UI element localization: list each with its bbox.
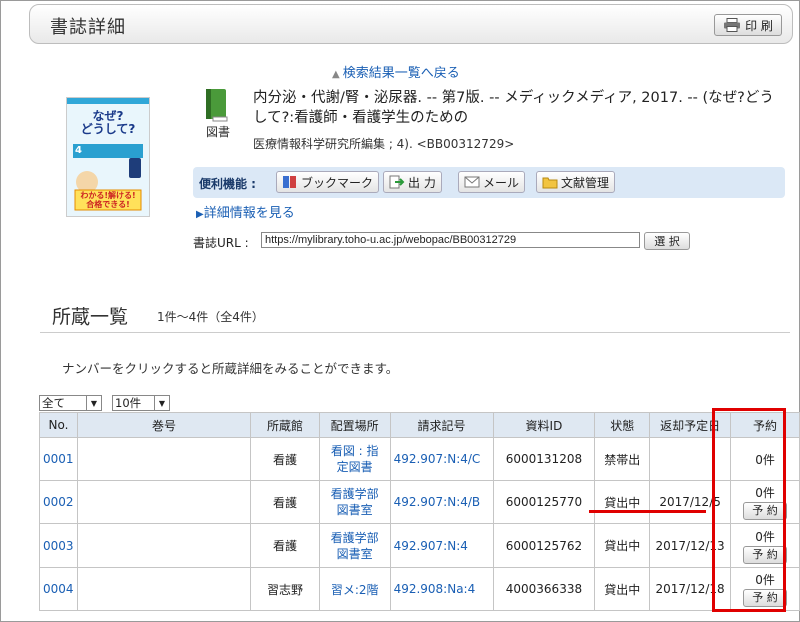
call-number-link[interactable]: 492.907:N:4/C xyxy=(389,437,494,481)
table-row: 0002 看護 看護学部 図書室 492.907:N:4/B 6000125770… xyxy=(39,480,800,524)
library-cell: 看護 xyxy=(250,523,320,568)
status-cell: 貸出中 xyxy=(594,480,651,524)
location-link[interactable]: 看護学部 図書室 xyxy=(318,480,391,524)
table-header-row: No. 巻号 所蔵館 配置場所 請求記号 資料ID 状態 返却予定日 予約 xyxy=(39,412,800,438)
call-number-link[interactable]: 492.907:N:4/B xyxy=(389,480,494,524)
holding-number-link[interactable]: 0004 xyxy=(39,567,78,611)
book-type-icon xyxy=(206,89,228,122)
reservation-highlight-box xyxy=(712,408,786,612)
page-header: 書誌詳細 印 刷 xyxy=(29,4,793,44)
volume-cell xyxy=(76,437,252,481)
table-row: 0004 習志野 習メ:2階 492.908:Na:4 4000366338 貸… xyxy=(39,567,800,611)
printer-icon xyxy=(724,18,741,32)
select-url-button[interactable]: 選 択 xyxy=(644,232,690,250)
item-id-cell: 4000366338 xyxy=(492,567,596,611)
holdings-title: 所蔵一覧 xyxy=(52,306,129,328)
location-link[interactable]: 看図 : 指定図書 xyxy=(318,437,391,481)
mail-icon xyxy=(464,176,480,188)
chevron-down-icon: ▼ xyxy=(86,396,101,410)
document-management-button[interactable]: 文献管理 xyxy=(536,171,616,193)
cover-tagline: わかる!解ける! xyxy=(80,191,136,200)
col-library: 所蔵館 xyxy=(250,412,320,438)
cover-text-2: どうして? xyxy=(80,122,136,136)
per-page-select[interactable]: 10件 ▼ xyxy=(112,395,170,411)
volume-cell xyxy=(76,567,252,611)
function-bar-label: 便利機能 : xyxy=(199,177,256,191)
location-link[interactable]: 看護学部 図書室 xyxy=(318,523,391,568)
location-link[interactable]: 習メ:2階 xyxy=(318,567,391,611)
triangle-right-icon: ▶ xyxy=(196,209,204,220)
col-no: No. xyxy=(39,412,78,438)
output-button[interactable]: 出 力 xyxy=(383,171,442,193)
bookmark-icon xyxy=(283,176,296,188)
bibliographic-title: 内分泌・代謝/腎・泌尿器. -- 第7版. -- メディックメディア, 2017… xyxy=(253,90,774,126)
volume-cell xyxy=(76,480,252,524)
back-to-results-link[interactable]: ▲ 検索結果一覧へ戻る xyxy=(332,62,460,81)
chevron-down-icon: ▼ xyxy=(154,396,169,410)
bib-url-field[interactable]: https://mylibrary.toho-u.ac.jp/webopac/B… xyxy=(261,232,640,248)
cover-volume-number: 4 xyxy=(75,145,82,156)
bib-url-label: 書誌URL : xyxy=(193,236,249,250)
call-number-link[interactable]: 492.907:N:4 xyxy=(389,523,494,568)
col-location: 配置場所 xyxy=(318,412,391,438)
item-id-cell: 6000131208 xyxy=(492,437,596,481)
status-cell: 貸出中 xyxy=(594,523,651,568)
triangle-up-icon: ▲ xyxy=(332,69,340,80)
library-cell: 看護 xyxy=(250,480,320,524)
holding-number-link[interactable]: 0001 xyxy=(39,437,78,481)
cover-text-1: なぜ? xyxy=(92,109,124,123)
table-row: 0003 看護 看護学部 図書室 492.907:N:4 6000125762 貸… xyxy=(39,523,800,568)
holdings-count: 1件～4件（全4件） xyxy=(157,310,264,324)
table-row: 0001 看護 看図 : 指定図書 492.907:N:4/C 60001312… xyxy=(39,437,800,481)
print-label: 印 刷 xyxy=(745,18,773,33)
status-cell: 禁帯出 xyxy=(594,437,651,481)
volume-cell xyxy=(76,523,252,568)
bookmark-button[interactable]: ブックマーク xyxy=(276,171,380,193)
holding-number-link[interactable]: 0003 xyxy=(39,523,78,568)
book-cover: なぜ? どうして? 4 わかる!解ける! 合格できる! xyxy=(66,97,150,217)
view-details-link[interactable]: ▶詳細情報を見る xyxy=(196,202,295,221)
call-number-link[interactable]: 492.908:Na:4 xyxy=(389,567,494,611)
mail-button[interactable]: メール xyxy=(458,171,526,193)
function-bar: 便利機能 : ブックマーク 出 力 メール 文献管理 xyxy=(193,167,785,198)
library-cell: 看護 xyxy=(250,437,320,481)
status-cell: 貸出中 xyxy=(594,567,651,611)
item-id-cell: 6000125762 xyxy=(492,523,596,568)
library-cell: 習志野 xyxy=(250,567,320,611)
status-due-underline xyxy=(589,510,706,513)
page-title: 書誌詳細 xyxy=(50,17,126,38)
filter-select[interactable]: 全て ▼ xyxy=(39,395,102,411)
col-item-id: 資料ID xyxy=(492,412,596,438)
print-button[interactable]: 印 刷 xyxy=(714,14,782,36)
divider xyxy=(40,332,790,333)
folder-icon xyxy=(542,177,558,189)
cover-tagline-2: 合格できる! xyxy=(86,200,130,209)
export-icon xyxy=(389,175,405,189)
book-type-label: 図書 xyxy=(206,125,231,139)
bibliographic-subtitle: 医療情報科学研究所編集 ; 4). <BB00312729> xyxy=(253,137,515,151)
holdings-hint: ナンバーをクリックすると所蔵詳細をみることができます。 xyxy=(62,361,399,376)
col-volume: 巻号 xyxy=(76,412,252,438)
col-status: 状態 xyxy=(594,412,651,438)
item-id-cell: 6000125770 xyxy=(492,480,596,524)
col-call-number: 請求記号 xyxy=(389,412,494,438)
holding-number-link[interactable]: 0002 xyxy=(39,480,78,524)
